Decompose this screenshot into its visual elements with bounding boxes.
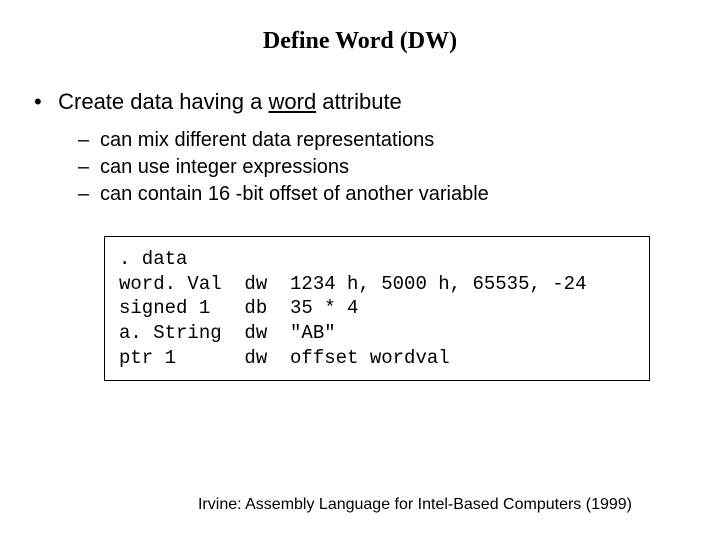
dash-icon: – bbox=[78, 156, 100, 179]
bullet-text-suffix: attribute bbox=[316, 89, 402, 114]
sub-bullet-text: can contain 16 -bit offset of another va… bbox=[100, 183, 489, 205]
footer-citation: Irvine: Assembly Language for Intel-Base… bbox=[0, 496, 720, 514]
code-block: . data word. Val dw 1234 h, 5000 h, 6553… bbox=[104, 236, 650, 381]
bullet-dot-icon: • bbox=[34, 89, 52, 115]
bullet-text-prefix: Create data having a bbox=[58, 89, 268, 114]
slide: Define Word (DW) • Create data having a … bbox=[0, 0, 720, 540]
sub-bullet-item: –can contain 16 -bit offset of another v… bbox=[78, 183, 720, 206]
sub-bullet-list: –can mix different data representations … bbox=[78, 129, 720, 206]
slide-title: Define Word (DW) bbox=[0, 0, 720, 55]
sub-bullet-item: –can use integer expressions bbox=[78, 156, 720, 179]
main-bullet: • Create data having a word attribute bbox=[34, 89, 720, 115]
bullet-text-underlined: word bbox=[269, 89, 317, 114]
dash-icon: – bbox=[78, 129, 100, 152]
sub-bullet-text: can mix different data representations bbox=[100, 129, 434, 151]
sub-bullet-item: –can mix different data representations bbox=[78, 129, 720, 152]
dash-icon: – bbox=[78, 183, 100, 206]
sub-bullet-text: can use integer expressions bbox=[100, 156, 349, 178]
